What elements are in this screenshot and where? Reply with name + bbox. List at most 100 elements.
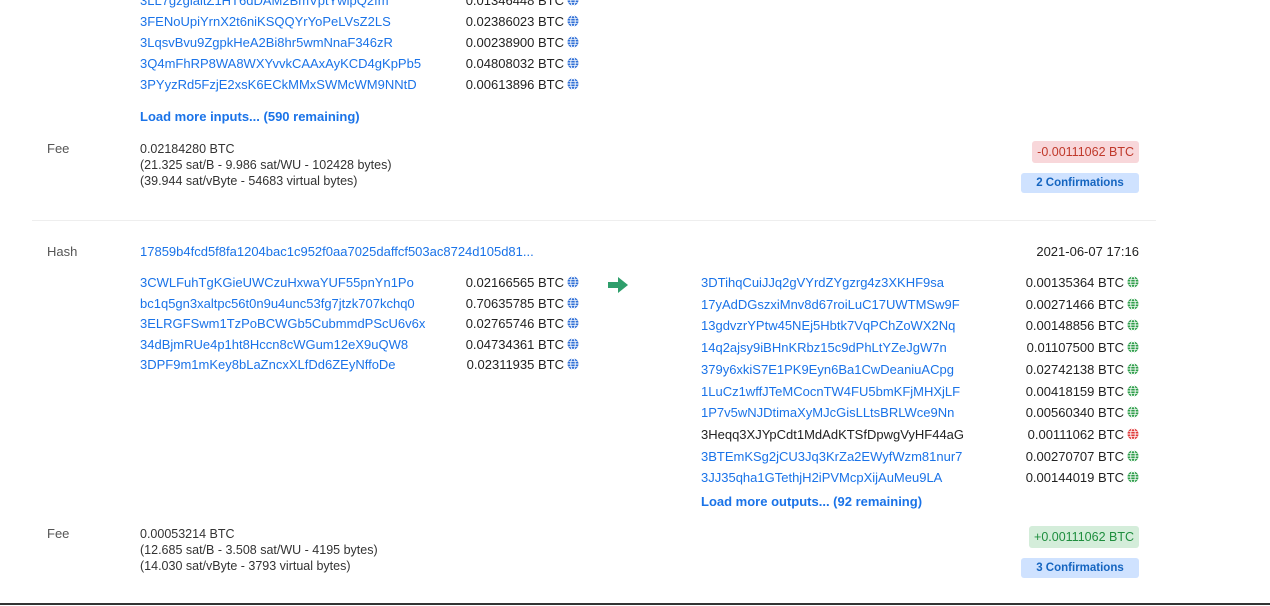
amount-value: 0.00135364 BTC xyxy=(979,275,1139,290)
globe-icon[interactable] xyxy=(1127,384,1139,397)
amount-value: 0.00560340 BTC xyxy=(979,405,1139,420)
amount-text: 0.00135364 BTC xyxy=(1025,275,1124,290)
fee-label: Fee xyxy=(47,526,70,541)
amount-value: 0.00148856 BTC xyxy=(979,318,1139,333)
address-link[interactable]: 1P7v5wNJDtimaXyMJcGisLLtsBRLWce9Nn xyxy=(701,405,954,420)
address-link[interactable]: 3LL7gzgiaitZ1HT6dDAM2BmVptYwipQ2fm xyxy=(140,0,389,8)
hash-label: Hash xyxy=(47,244,78,259)
amount-value: 0.70635785 BTC xyxy=(419,296,579,311)
amount-value: 0.04808032 BTC xyxy=(419,56,579,71)
amount-value: 0.02765746 BTC xyxy=(419,316,579,331)
globe-icon[interactable] xyxy=(1127,406,1139,419)
globe-icon[interactable] xyxy=(567,78,579,90)
arrow-right-icon xyxy=(608,277,628,293)
globe-icon[interactable] xyxy=(1127,427,1139,440)
amount-text: 0.00238900 BTC xyxy=(465,35,564,50)
globe-icon[interactable] xyxy=(1127,449,1139,462)
amount-text: 0.70635785 BTC xyxy=(465,295,564,311)
globe-icon[interactable] xyxy=(1127,297,1139,310)
amount-text: 0.02166565 BTC xyxy=(465,275,564,290)
globe-icon[interactable] xyxy=(1127,276,1139,288)
amount-text: 0.02765746 BTC xyxy=(465,316,564,331)
amount-value: 0.02166565 BTC xyxy=(419,275,579,290)
amount-text: 0.00271466 BTC xyxy=(1025,296,1124,312)
amount-value: 0.02742138 BTC xyxy=(979,362,1139,377)
fee-vbyte: (39.944 sat/vByte - 54683 virtual bytes) xyxy=(140,174,358,188)
globe-icon[interactable] xyxy=(1127,341,1139,354)
address-link[interactable]: 17yAdDGszxiMnv8d67roiLuC17UWTMSw9F xyxy=(701,297,960,312)
address-link[interactable]: 3DPF9m1mKey8bLaZncxXLfDd6ZEyNffoDe xyxy=(140,357,396,372)
fee-amount: 0.00053214 BTC xyxy=(140,527,235,541)
globe-icon[interactable] xyxy=(567,358,579,370)
address-link[interactable]: 3Q4mFhRP8WA8WXYvvkCAAxAyKCD4gKpPb5 xyxy=(140,56,421,71)
amount-value: 0.00270707 BTC xyxy=(979,449,1139,464)
amount-text: 0.01346448 BTC xyxy=(465,0,564,8)
load-more-inputs-link[interactable]: Load more inputs... (590 remaining) xyxy=(140,109,360,124)
address-link[interactable]: 3FENoUpiYrnX2t6niKSQQYrYoPeLVsZ2LS xyxy=(140,14,391,29)
confirmations-badge[interactable]: 2 Confirmations xyxy=(1021,173,1139,193)
address-link[interactable]: 14q2ajsy9iBHnKRbz15c9dPhLtYZeJgW7n xyxy=(701,340,947,355)
address-link[interactable]: 3LqsvBvu9ZgpkHeA2Bi8hr5wmNnaF346zR xyxy=(140,35,393,50)
globe-icon[interactable] xyxy=(1127,362,1139,375)
address-link[interactable]: 379y6xkiS7E1PK9Eyn6Ba1CwDeaniuACpg xyxy=(701,362,954,377)
fee-label: Fee xyxy=(47,141,70,156)
globe-icon[interactable] xyxy=(567,57,579,69)
address-link[interactable]: 34dBjmRUe4p1ht8Hccn8cWGum12eX9uQW8 xyxy=(140,337,408,352)
globe-icon[interactable] xyxy=(567,36,579,48)
amount-value: 0.02311935 BTC xyxy=(419,357,579,372)
amount-value: 0.00271466 BTC xyxy=(979,297,1139,312)
address-link[interactable]: bc1q5gn3xaltpc56t0n9u4unc53fg7jtzk707kch… xyxy=(140,296,415,311)
amount-text: 0.00270707 BTC xyxy=(1025,448,1124,464)
address-link[interactable]: 13gdvzrYPtw45NEj5Hbtk7VqPChZoWX2Nq xyxy=(701,318,955,333)
globe-icon[interactable] xyxy=(567,276,579,288)
amount-value: 0.00111062 BTC xyxy=(979,427,1139,442)
fee-details: 0.00053214 BTC (12.685 sat/B - 3.508 sat… xyxy=(140,526,378,574)
amount-value: 0.01107500 BTC xyxy=(979,340,1139,355)
amount-value: 0.02386023 BTC xyxy=(419,14,579,29)
amount-text: 0.01107500 BTC xyxy=(1026,340,1124,356)
amount-value: 0.01346448 BTC xyxy=(419,0,579,8)
address-link[interactable]: 3BTEmKSg2jCU3Jq3KrZa2EWyfWzm81nur7 xyxy=(701,449,962,464)
amount-text: 0.04808032 BTC xyxy=(465,56,564,71)
address-link[interactable]: 3DTihqCuiJJq2gVYrdZYgzrg4z3XKHF9sa xyxy=(701,275,944,290)
balance-badge-negative: -0.00111062 BTC xyxy=(1032,141,1139,163)
amount-value: 0.00418159 BTC xyxy=(979,384,1139,399)
bottom-border xyxy=(0,603,1270,605)
confirmations-badge[interactable]: 3 Confirmations xyxy=(1021,558,1139,578)
amount-text: 0.00111062 BTC xyxy=(1027,426,1124,442)
fee-amount: 0.02184280 BTC xyxy=(140,142,235,156)
address-link[interactable]: 3ELRGFSwm1TzPoBCWGb5CubmmdPScU6v6x xyxy=(140,316,425,331)
fee-vbyte: (14.030 sat/vByte - 3793 virtual bytes) xyxy=(140,559,351,573)
globe-icon[interactable] xyxy=(567,0,579,6)
globe-icon[interactable] xyxy=(567,15,579,27)
globe-icon[interactable] xyxy=(567,317,579,329)
amount-text: 0.00144019 BTC xyxy=(1025,470,1124,486)
amount-value: 0.00613896 BTC xyxy=(419,77,579,92)
tx-hash-link[interactable]: 17859b4fcd5f8fa1204bac1c952f0aa7025daffc… xyxy=(140,244,534,259)
balance-badge-positive: +0.00111062 BTC xyxy=(1029,526,1139,548)
amount-value: 0.04734361 BTC xyxy=(419,337,579,352)
fee-rate: (21.325 sat/B - 9.986 sat/WU - 102428 by… xyxy=(140,158,392,172)
globe-icon[interactable] xyxy=(1127,471,1139,484)
amount-text: 0.02386023 BTC xyxy=(465,14,564,29)
tx-timestamp: 2021-06-07 17:16 xyxy=(1036,244,1139,259)
globe-icon[interactable] xyxy=(567,337,579,350)
address-link[interactable]: 3CWLFuhTgKGieUWCzuHxwaYUF55pnYn1Po xyxy=(140,275,414,290)
amount-value: 0.00238900 BTC xyxy=(419,35,579,50)
amount-text: 0.00613896 BTC xyxy=(465,77,564,92)
address-link[interactable]: 3JJ35qha1GTethjH2iPVMcpXijAuMeu9LA xyxy=(701,470,942,485)
amount-text: 0.00148856 BTC xyxy=(1025,318,1124,334)
amount-text: 0.00418159 BTC xyxy=(1025,383,1124,399)
transaction-list: 3LL7gzgiaitZ1HT6dDAM2BmVptYwipQ2fm 0.0134… xyxy=(0,0,1270,606)
address-link[interactable]: 3PYyzRd5FzjE2xsK6ECkMMxSWMcWM9NNtD xyxy=(140,77,417,92)
load-more-outputs-link[interactable]: Load more outputs... (92 remaining) xyxy=(701,494,922,509)
address-link[interactable]: 3Heqq3XJYpCdt1MdAdKTSfDpwgVyHF44aG xyxy=(701,427,964,442)
amount-text: 0.02742138 BTC xyxy=(1025,361,1124,377)
tx-divider xyxy=(32,220,1156,221)
globe-icon[interactable] xyxy=(1127,319,1139,332)
fee-rate: (12.685 sat/B - 3.508 sat/WU - 4195 byte… xyxy=(140,543,378,557)
amount-text: 0.02311935 BTC xyxy=(466,357,564,372)
address-link[interactable]: 1LuCz1wffJTeMCocnTW4FU5bmKFjMHXjLF xyxy=(701,384,960,399)
globe-icon[interactable] xyxy=(567,296,579,309)
amount-text: 0.00560340 BTC xyxy=(1025,405,1124,421)
